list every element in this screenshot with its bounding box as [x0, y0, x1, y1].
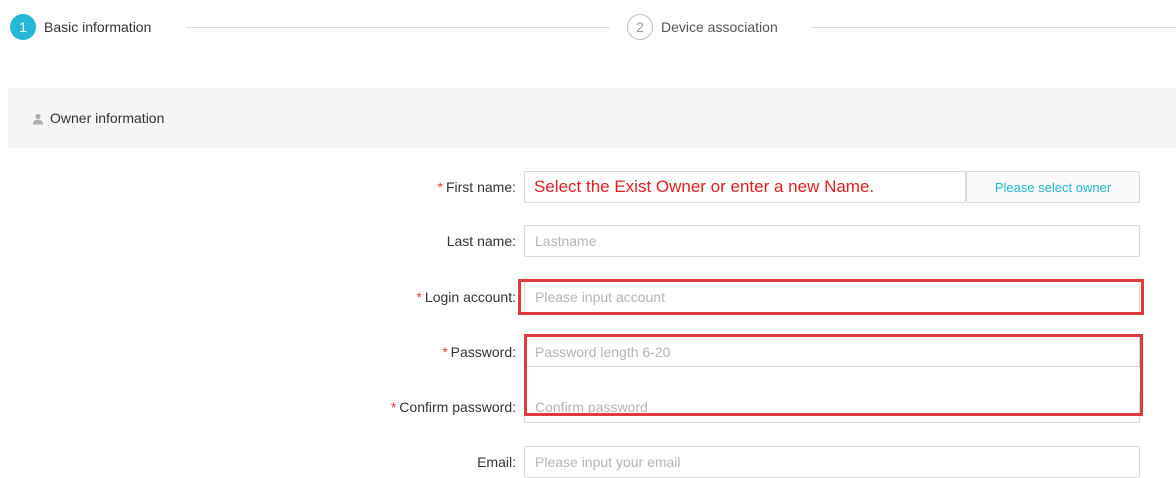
last-name-row: Last name:	[0, 225, 1176, 257]
login-account-row: * Login account:	[0, 281, 1176, 313]
confirm-password-row: * Confirm password:	[0, 391, 1176, 423]
password-row: * Password:	[0, 336, 1176, 368]
password-label-text: Password:	[450, 344, 516, 360]
select-owner-button[interactable]: Please select owner	[966, 171, 1140, 203]
email-label: Email:	[477, 454, 516, 470]
required-mark: *	[390, 399, 397, 415]
email-input[interactable]	[524, 446, 1140, 478]
confirm-password-label: * Confirm password:	[391, 391, 516, 423]
step-connector	[811, 27, 1176, 28]
first-name-label: * First name:	[438, 171, 516, 203]
confirm-password-input[interactable]	[524, 391, 1140, 423]
wizard-stepper: 1 Basic information 2 Device association	[0, 0, 1176, 56]
last-name-label: Last name:	[446, 233, 516, 249]
required-mark: *	[416, 289, 422, 305]
user-icon	[32, 112, 44, 125]
password-label: * Password:	[442, 336, 516, 368]
first-name-label-text: First name:	[445, 179, 516, 195]
required-mark: *	[442, 344, 448, 360]
step-number-badge: 1	[10, 14, 36, 40]
required-mark: *	[437, 179, 443, 195]
step-label: Basic information	[44, 19, 152, 35]
step-device-association[interactable]: 2 Device association	[627, 14, 778, 40]
field-divider	[527, 366, 1140, 367]
section-title: Owner information	[50, 110, 165, 126]
first-name-input[interactable]	[524, 171, 966, 203]
login-account-label-text: Login account:	[424, 289, 516, 305]
step-label: Device association	[661, 19, 778, 35]
step-connector	[186, 27, 610, 28]
first-name-row: *First name: Please select owner	[0, 171, 1176, 203]
owner-information-header: Owner information	[8, 88, 1176, 148]
step-basic-information[interactable]: 1 Basic information	[10, 14, 151, 40]
password-input[interactable]	[524, 336, 1140, 368]
confirm-password-label-text: Confirm password:	[399, 399, 516, 415]
login-account-input[interactable]	[524, 281, 1140, 313]
last-name-input[interactable]	[524, 225, 1140, 257]
step-number-badge: 2	[627, 14, 653, 40]
email-row: Email:	[0, 446, 1176, 478]
login-account-label: * Login account:	[416, 281, 516, 313]
